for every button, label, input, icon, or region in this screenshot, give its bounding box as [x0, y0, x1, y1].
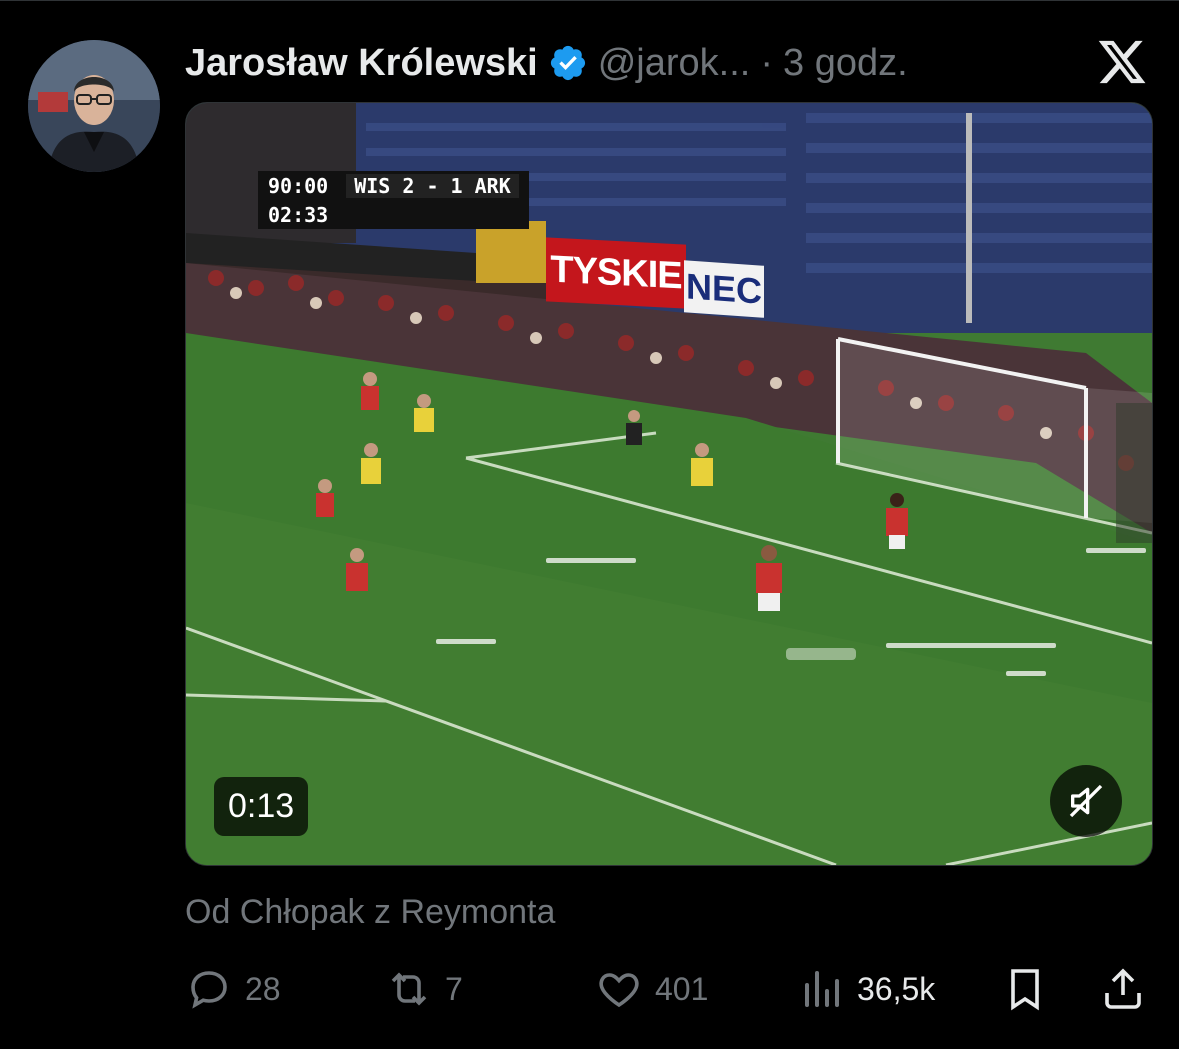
repost-count: 7: [445, 970, 463, 1007]
scoreboard-overlay: 90:00 WIS 2 - 1 ARK 02:33: [258, 171, 529, 229]
mute-button[interactable]: [1050, 765, 1122, 837]
video-caption: Od Chłopak z Reymonta: [185, 893, 556, 931]
views-count: 36,5k: [857, 970, 936, 1007]
share-icon: [1105, 968, 1141, 1009]
ad-board-nec: NEC: [684, 260, 764, 318]
repost-icon: [391, 972, 427, 1006]
tweet-header: Jarosław Królewski @jarok... · 3 godz.: [185, 38, 908, 88]
author-handle[interactable]: @jarok...: [598, 42, 751, 85]
repost-button[interactable]: 7: [385, 962, 463, 1016]
bookmark-icon: [1011, 969, 1039, 1011]
avatar-image: [28, 40, 160, 172]
header-separator: ·: [760, 41, 774, 84]
like-count: 401: [655, 970, 709, 1007]
scoreboard-score: WIS 2 - 1 ARK: [346, 174, 519, 198]
tweet-timestamp[interactable]: 3 godz.: [783, 42, 908, 85]
share-button[interactable]: [1099, 962, 1147, 1016]
video-duration: 0:13: [214, 777, 309, 836]
scoreboard-added-time: 02:33: [268, 203, 329, 227]
verified-badge-icon[interactable]: [548, 43, 588, 83]
heart-icon: [599, 973, 639, 1008]
author-name[interactable]: Jarosław Królewski: [185, 42, 538, 85]
views-button[interactable]: 36,5k: [797, 962, 935, 1016]
x-logo-icon: [1098, 40, 1146, 84]
reply-icon: [191, 971, 227, 1009]
tweet-actions: 28 7 401 36,5k: [185, 962, 1151, 1016]
reply-button[interactable]: 28: [185, 962, 281, 1016]
ad-board-tyskie: TYSKIE: [546, 237, 686, 309]
scoreboard-match-time: 90:00: [268, 174, 329, 198]
top-divider: [0, 0, 1179, 1]
reply-count: 28: [245, 970, 281, 1007]
views-icon: [805, 971, 839, 1007]
avatar[interactable]: [28, 40, 160, 172]
video-player[interactable]: 90:00 WIS 2 - 1 ARK 02:33 TYSKIE NEC 0:1…: [185, 102, 1153, 866]
muted-speaker-icon: [1069, 784, 1103, 818]
like-button[interactable]: 401: [595, 962, 708, 1016]
bookmark-button[interactable]: [1001, 962, 1049, 1016]
